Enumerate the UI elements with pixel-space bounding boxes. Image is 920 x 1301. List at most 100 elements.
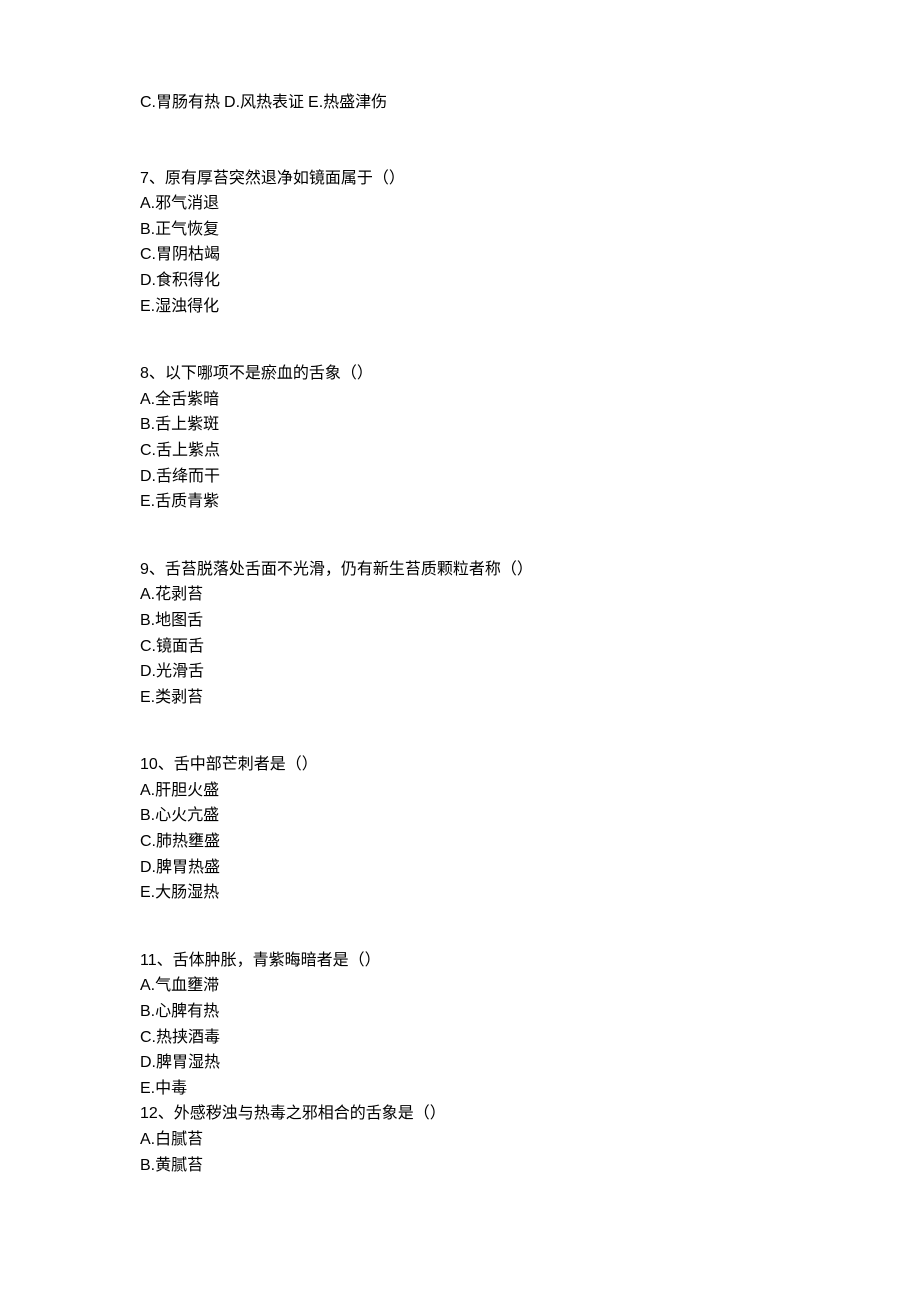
- option-letter: B.: [140, 612, 155, 629]
- option-e: E.中毒: [140, 1076, 780, 1102]
- option-d: D.舌绛而干: [140, 464, 780, 490]
- question-body: 、舌苔脱落处舌面不光滑，仍有新生苔质颗粒者称（）: [149, 561, 533, 578]
- option-e: E.大肠湿热: [140, 880, 780, 906]
- option-letter: C.: [140, 638, 156, 655]
- option-letter: D.: [140, 272, 156, 289]
- option-c: C.镜面舌: [140, 634, 780, 660]
- option-letter: B.: [140, 1157, 155, 1174]
- option-content: 风热表证: [240, 94, 308, 111]
- option-a: A.花剥苔: [140, 582, 780, 608]
- question-12: 12、外感秽浊与热毒之邪相合的舌象是（） A.白腻苔 B.黄腻苔: [140, 1101, 780, 1178]
- option-d: D.脾胃湿热: [140, 1050, 780, 1076]
- option-letter: B.: [140, 221, 155, 238]
- question-8: 8、以下哪项不是瘀血的舌象（） A.全舌紫暗 B.舌上紫斑 C.舌上紫点 D.舌…: [140, 361, 780, 515]
- option-letter: D.: [140, 1054, 156, 1071]
- option-content: 正气恢复: [155, 221, 219, 238]
- option-b: B.舌上紫斑: [140, 412, 780, 438]
- option-letter: C.: [140, 833, 156, 850]
- question-number: 12: [140, 1105, 158, 1122]
- option-letter: B.: [140, 416, 155, 433]
- option-a: A.气血壅滞: [140, 973, 780, 999]
- option-d: D.食积得化: [140, 268, 780, 294]
- option-letter: D.: [140, 468, 156, 485]
- question-number: 11: [140, 952, 157, 969]
- question-number: 7: [140, 170, 149, 187]
- option-content: 心火亢盛: [155, 807, 219, 824]
- option-c: C.肺热壅盛: [140, 829, 780, 855]
- option-content: 舌绛而干: [156, 468, 220, 485]
- option-content: 舌质青紫: [155, 493, 219, 510]
- question-body: 、舌体肿胀，青紫晦暗者是（）: [157, 952, 381, 969]
- option-a: A.肝胆火盛: [140, 778, 780, 804]
- option-letter: E.: [140, 884, 155, 901]
- question-body: 、舌中部芒刺者是（）: [158, 756, 318, 773]
- option-letter: A.: [140, 391, 155, 408]
- option-content: 胃阴枯竭: [156, 246, 220, 263]
- option-content: 镜面舌: [156, 638, 204, 655]
- question-9: 9、舌苔脱落处舌面不光滑，仍有新生苔质颗粒者称（） A.花剥苔 B.地图舌 C.…: [140, 557, 780, 711]
- option-content: 舌上紫斑: [155, 416, 219, 433]
- option-content: 光滑舌: [156, 663, 204, 680]
- question-10: 10、舌中部芒刺者是（） A.肝胆火盛 B.心火亢盛 C.肺热壅盛 D.脾胃热盛…: [140, 752, 780, 906]
- option-content: 黄腻苔: [155, 1157, 203, 1174]
- question-stem: 8、以下哪项不是瘀血的舌象（）: [140, 361, 780, 387]
- option-letter: E.: [140, 493, 155, 510]
- option-content: 胃肠有热: [156, 94, 224, 111]
- option-letter: A.: [140, 977, 155, 994]
- question-stem: 9、舌苔脱落处舌面不光滑，仍有新生苔质颗粒者称（）: [140, 557, 780, 583]
- option-letter: E.: [140, 689, 155, 706]
- option-letter: D.: [224, 94, 240, 111]
- question-body: 、外感秽浊与热毒之邪相合的舌象是（）: [158, 1105, 446, 1122]
- question-body: 、以下哪项不是瘀血的舌象（）: [149, 365, 373, 382]
- question-number: 9: [140, 561, 149, 578]
- option-letter: E.: [308, 94, 323, 111]
- option-content: 热盛津伤: [323, 94, 387, 111]
- option-b: B.心脾有热: [140, 999, 780, 1025]
- option-content: 脾胃湿热: [156, 1054, 220, 1071]
- option-content: 类剥苔: [155, 689, 203, 706]
- option-content: 肝胆火盛: [155, 782, 219, 799]
- option-content: 湿浊得化: [155, 298, 219, 315]
- option-content: 全舌紫暗: [155, 391, 219, 408]
- question-7: 7、原有厚苔突然退净如镜面属于（） A.邪气消退 B.正气恢复 C.胃阴枯竭 D…: [140, 166, 780, 320]
- question-stem: 10、舌中部芒刺者是（）: [140, 752, 780, 778]
- option-content: 白腻苔: [155, 1131, 203, 1148]
- option-d: D.脾胃热盛: [140, 855, 780, 881]
- option-letter: B.: [140, 807, 155, 824]
- question-stem: 12、外感秽浊与热毒之邪相合的舌象是（）: [140, 1101, 780, 1127]
- option-c: C.胃阴枯竭: [140, 242, 780, 268]
- option-content: 食积得化: [156, 272, 220, 289]
- option-text: C.胃肠有热 D.风热表证 E.热盛津伤: [140, 90, 780, 116]
- option-letter: E.: [140, 298, 155, 315]
- option-letter: D.: [140, 663, 156, 680]
- option-content: 气血壅滞: [155, 977, 219, 994]
- option-content: 热挟酒毒: [156, 1029, 220, 1046]
- option-content: 脾胃热盛: [156, 859, 220, 876]
- option-b: B.心火亢盛: [140, 803, 780, 829]
- option-a: A.白腻苔: [140, 1127, 780, 1153]
- option-letter: C.: [140, 94, 156, 111]
- option-content: 大肠湿热: [155, 884, 219, 901]
- option-c: C.舌上紫点: [140, 438, 780, 464]
- option-b: B.正气恢复: [140, 217, 780, 243]
- option-letter: A.: [140, 586, 155, 603]
- orphan-option-line: C.胃肠有热 D.风热表证 E.热盛津伤: [140, 90, 780, 116]
- document-page: C.胃肠有热 D.风热表证 E.热盛津伤 7、原有厚苔突然退净如镜面属于（） A…: [0, 0, 920, 1280]
- option-e: E.舌质青紫: [140, 489, 780, 515]
- question-stem: 7、原有厚苔突然退净如镜面属于（）: [140, 166, 780, 192]
- question-number: 8: [140, 365, 149, 382]
- option-content: 中毒: [155, 1080, 187, 1097]
- question-11: 11、舌体肿胀，青紫晦暗者是（） A.气血壅滞 B.心脾有热 C.热挟酒毒 D.…: [140, 948, 780, 1102]
- option-letter: C.: [140, 442, 156, 459]
- option-content: 地图舌: [155, 612, 203, 629]
- question-number: 10: [140, 756, 158, 773]
- option-e: E.类剥苔: [140, 685, 780, 711]
- option-content: 心脾有热: [155, 1003, 219, 1020]
- question-stem: 11、舌体肿胀，青紫晦暗者是（）: [140, 948, 780, 974]
- option-d: D.光滑舌: [140, 659, 780, 685]
- option-letter: A.: [140, 195, 155, 212]
- option-letter: A.: [140, 782, 155, 799]
- option-letter: C.: [140, 246, 156, 263]
- option-b: B.地图舌: [140, 608, 780, 634]
- option-letter: B.: [140, 1003, 155, 1020]
